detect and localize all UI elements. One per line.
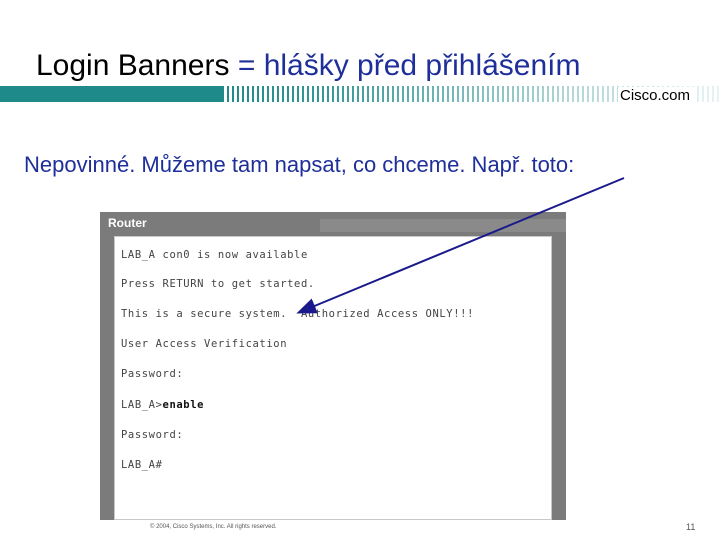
slide-title: Login Banners = hlášky před přihlášením [36, 48, 581, 84]
console-line: Password: [121, 429, 184, 441]
enable-command: enable [162, 399, 205, 411]
title-part1: Login Banners [36, 49, 230, 82]
console-line: LAB_A>enable [121, 399, 204, 411]
console-line: LAB_A con0 is now available [121, 249, 308, 261]
brand-logo-text: Cisco.com [618, 87, 695, 105]
prompt: LAB_A> [121, 399, 163, 411]
router-title: Router [108, 216, 147, 230]
banner-line: This is a secure system. Authorized Acce… [121, 308, 474, 320]
console-line: Press RETURN to get started. [121, 278, 315, 290]
page-number: 11 [686, 522, 696, 532]
console-screen: LAB_A con0 is now available Press RETURN… [114, 236, 552, 520]
copyright-footer: © 2004, Cisco Systems, Inc. All rights r… [150, 524, 277, 530]
title-part2: hlášky před přihlášením [263, 49, 581, 82]
console-line: Password: [121, 368, 184, 380]
console-line: User Access Verification [121, 338, 288, 350]
console-line: LAB_A# [121, 459, 163, 471]
header-band [0, 86, 720, 102]
router-console-window: Router LAB_A con0 is now available Press… [100, 212, 566, 520]
router-tab: Router [100, 212, 320, 232]
header-band-solid [0, 86, 222, 102]
title-equals: = [229, 49, 264, 82]
slide-subtitle: Nepovinné. Můžeme tam napsat, co chceme.… [24, 152, 575, 177]
router-header-band [314, 219, 566, 232]
